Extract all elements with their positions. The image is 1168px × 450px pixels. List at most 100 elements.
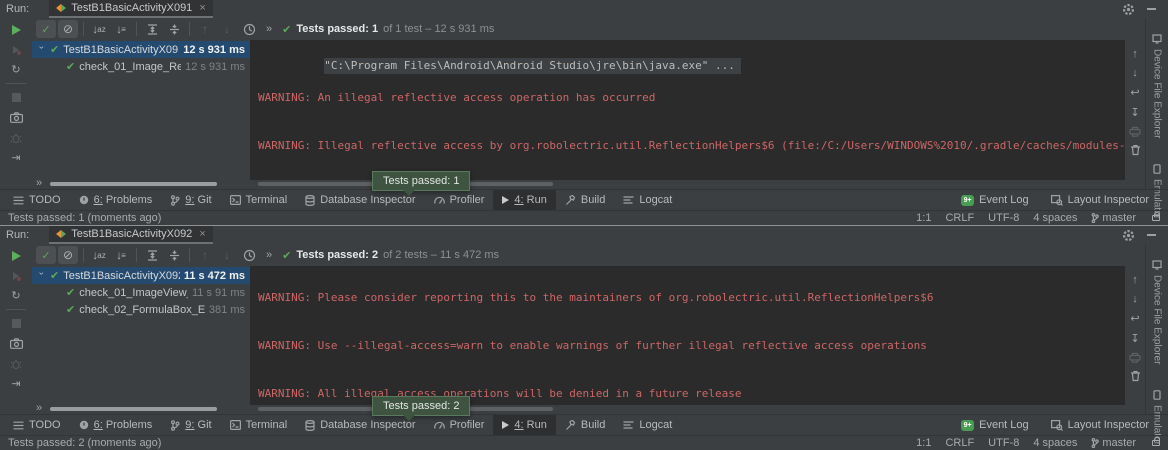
tool-button-build[interactable]: Build [556, 190, 614, 210]
git-branch[interactable]: master [1091, 212, 1136, 224]
tool-button-todo[interactable]: TODO [4, 415, 70, 435]
console-output[interactable]: "C:\Program Files\Android\Android Studio… [250, 40, 1125, 180]
hide-tool-window-icon[interactable] [1147, 234, 1156, 236]
tool-button-device-file-explorer[interactable]: Device File Explorer [1152, 34, 1163, 138]
indent-setting[interactable]: 4 spaces [1033, 437, 1077, 449]
previous-failed-test-icon[interactable]: ↑ [195, 20, 215, 38]
up-arrow-icon[interactable]: ↑ [1132, 274, 1138, 286]
tree-hscrollbar-thumb[interactable] [50, 407, 217, 411]
stop-button[interactable] [4, 89, 28, 106]
lock-icon[interactable] [1152, 440, 1160, 446]
layout-inspector-button[interactable]: Layout Inspector [1042, 419, 1158, 431]
console-line[interactable]: "C:\Program Files\Android\Android Studio… [324, 58, 741, 74]
tool-button-terminal[interactable]: Terminal [221, 415, 297, 435]
test-tree-child-row[interactable]: ✔ check_02_FormulaBox_Event 381 ms [32, 301, 250, 318]
tool-button-problems[interactable]: 6: Problems [70, 190, 162, 210]
collapse-all-icon[interactable] [164, 20, 184, 38]
test-tree-child-row[interactable]: ✔ check_01_ImageView_Properties 11 s 91 … [32, 284, 250, 301]
tool-button-run[interactable]: 4: Run [493, 415, 555, 435]
tool-button-todo[interactable]: TODO [4, 190, 70, 210]
toolbar-overflow-chevron[interactable]: » [266, 249, 272, 261]
rerun-button[interactable] [4, 21, 28, 38]
tool-button-device-file-explorer[interactable]: Device File Explorer [1152, 260, 1163, 364]
close-tab-icon[interactable]: × [199, 2, 205, 14]
chevron-down-icon[interactable]: › [37, 272, 47, 280]
tool-button-profiler[interactable]: Profiler [425, 190, 494, 210]
expand-all-icon[interactable] [142, 20, 162, 38]
tool-button-git[interactable]: 9: Git [161, 415, 220, 435]
file-encoding[interactable]: UTF-8 [988, 437, 1019, 449]
toggle-auto-test-icon[interactable]: ↻ [4, 61, 28, 78]
tool-button-problems[interactable]: 6: Problems [70, 415, 162, 435]
gear-icon[interactable] [1122, 3, 1135, 16]
show-passed-toggle[interactable]: ✓ [36, 20, 56, 38]
tool-button-run[interactable]: 4: Run [493, 190, 555, 210]
rerun-button[interactable] [4, 247, 28, 264]
caret-position[interactable]: 1:1 [916, 212, 931, 224]
tool-button-logcat[interactable]: Logcat [614, 190, 681, 210]
tool-button-profiler[interactable]: Profiler [425, 415, 494, 435]
down-arrow-icon[interactable]: ↓ [1132, 67, 1138, 79]
indent-setting[interactable]: 4 spaces [1033, 212, 1077, 224]
gear-icon[interactable] [1122, 229, 1135, 242]
expand-all-icon[interactable] [142, 246, 162, 264]
rerun-failed-tests-button[interactable] [4, 267, 28, 284]
soft-wrap-icon[interactable]: ↩ [1130, 312, 1139, 325]
sort-by-duration-icon[interactable]: ↓≡ [111, 246, 131, 264]
tool-button-build[interactable]: Build [556, 415, 614, 435]
print-icon[interactable] [1129, 352, 1141, 363]
run-tab-x092[interactable]: TestB1BasicActivityX092 × [49, 226, 213, 244]
rerun-failed-tests-button[interactable] [4, 41, 28, 58]
show-ignored-toggle[interactable]: ⊘ [58, 20, 78, 38]
soft-wrap-icon[interactable]: ↩ [1130, 86, 1139, 99]
screenshot-camera-icon[interactable] [4, 109, 28, 126]
import-tests-icon[interactable]: ⇥ [4, 149, 28, 166]
chevron-down-icon[interactable]: › [37, 46, 47, 54]
test-tree-root-row[interactable]: › ✔ TestB1BasicActivityX092(org.aplas.t … [32, 267, 250, 284]
test-history-clock-icon[interactable] [239, 20, 259, 38]
tool-button-logcat[interactable]: Logcat [614, 415, 681, 435]
line-ending[interactable]: CRLF [945, 212, 974, 224]
tool-button-git[interactable]: 9: Git [161, 190, 220, 210]
clear-all-trash-icon[interactable] [1130, 370, 1141, 382]
test-tree-child-row[interactable]: ✔ check_01_Image_Resources 12 s 931 ms [32, 58, 250, 75]
screenshot-camera-icon[interactable] [4, 335, 28, 352]
scroll-to-end-icon[interactable]: ↧ [1130, 106, 1139, 119]
sort-alphabetically-icon[interactable]: ↓az [89, 246, 109, 264]
clear-all-trash-icon[interactable] [1130, 144, 1141, 156]
attach-debugger-icon[interactable] [4, 355, 28, 372]
next-failed-test-icon[interactable]: ↓ [217, 246, 237, 264]
toolbar-overflow-chevron[interactable]: » [266, 23, 272, 35]
line-ending[interactable]: CRLF [945, 437, 974, 449]
import-tests-icon[interactable]: ⇥ [4, 375, 28, 392]
up-arrow-icon[interactable]: ↑ [1132, 48, 1138, 60]
stop-button[interactable] [4, 315, 28, 332]
show-ignored-toggle[interactable]: ⊘ [58, 246, 78, 264]
hide-tool-window-icon[interactable] [1147, 8, 1156, 10]
sort-by-duration-icon[interactable]: ↓≡ [111, 20, 131, 38]
scroll-to-end-icon[interactable]: ↧ [1130, 332, 1139, 345]
tree-hscrollbar-thumb[interactable] [50, 182, 217, 186]
close-tab-icon[interactable]: × [199, 228, 205, 240]
run-tab-x091[interactable]: TestB1BasicActivityX091 × [49, 0, 213, 18]
caret-position[interactable]: 1:1 [916, 437, 931, 449]
layout-inspector-button[interactable]: Layout Inspector [1042, 194, 1158, 206]
previous-failed-test-icon[interactable]: ↑ [195, 246, 215, 264]
print-icon[interactable] [1129, 126, 1141, 137]
event-log-button[interactable]: 9+Event Log [952, 194, 1038, 206]
tool-button-terminal[interactable]: Terminal [221, 190, 297, 210]
git-branch[interactable]: master [1091, 437, 1136, 449]
toggle-auto-test-icon[interactable]: ↻ [4, 287, 28, 304]
collapse-all-icon[interactable] [164, 246, 184, 264]
test-tree-root-row[interactable]: › ✔ TestB1BasicActivityX091(org.aplas.t … [32, 41, 250, 58]
event-log-button[interactable]: 9+Event Log [952, 419, 1038, 431]
test-history-clock-icon[interactable] [239, 246, 259, 264]
show-passed-toggle[interactable]: ✓ [36, 246, 56, 264]
down-arrow-icon[interactable]: ↓ [1132, 293, 1138, 305]
overflow-chevron[interactable]: » [36, 177, 42, 189]
next-failed-test-icon[interactable]: ↓ [217, 20, 237, 38]
attach-debugger-icon[interactable] [4, 129, 28, 146]
lock-icon[interactable] [1152, 215, 1160, 221]
sort-alphabetically-icon[interactable]: ↓az [89, 20, 109, 38]
console-output[interactable]: WARNING: Please consider reporting this … [250, 266, 1125, 405]
